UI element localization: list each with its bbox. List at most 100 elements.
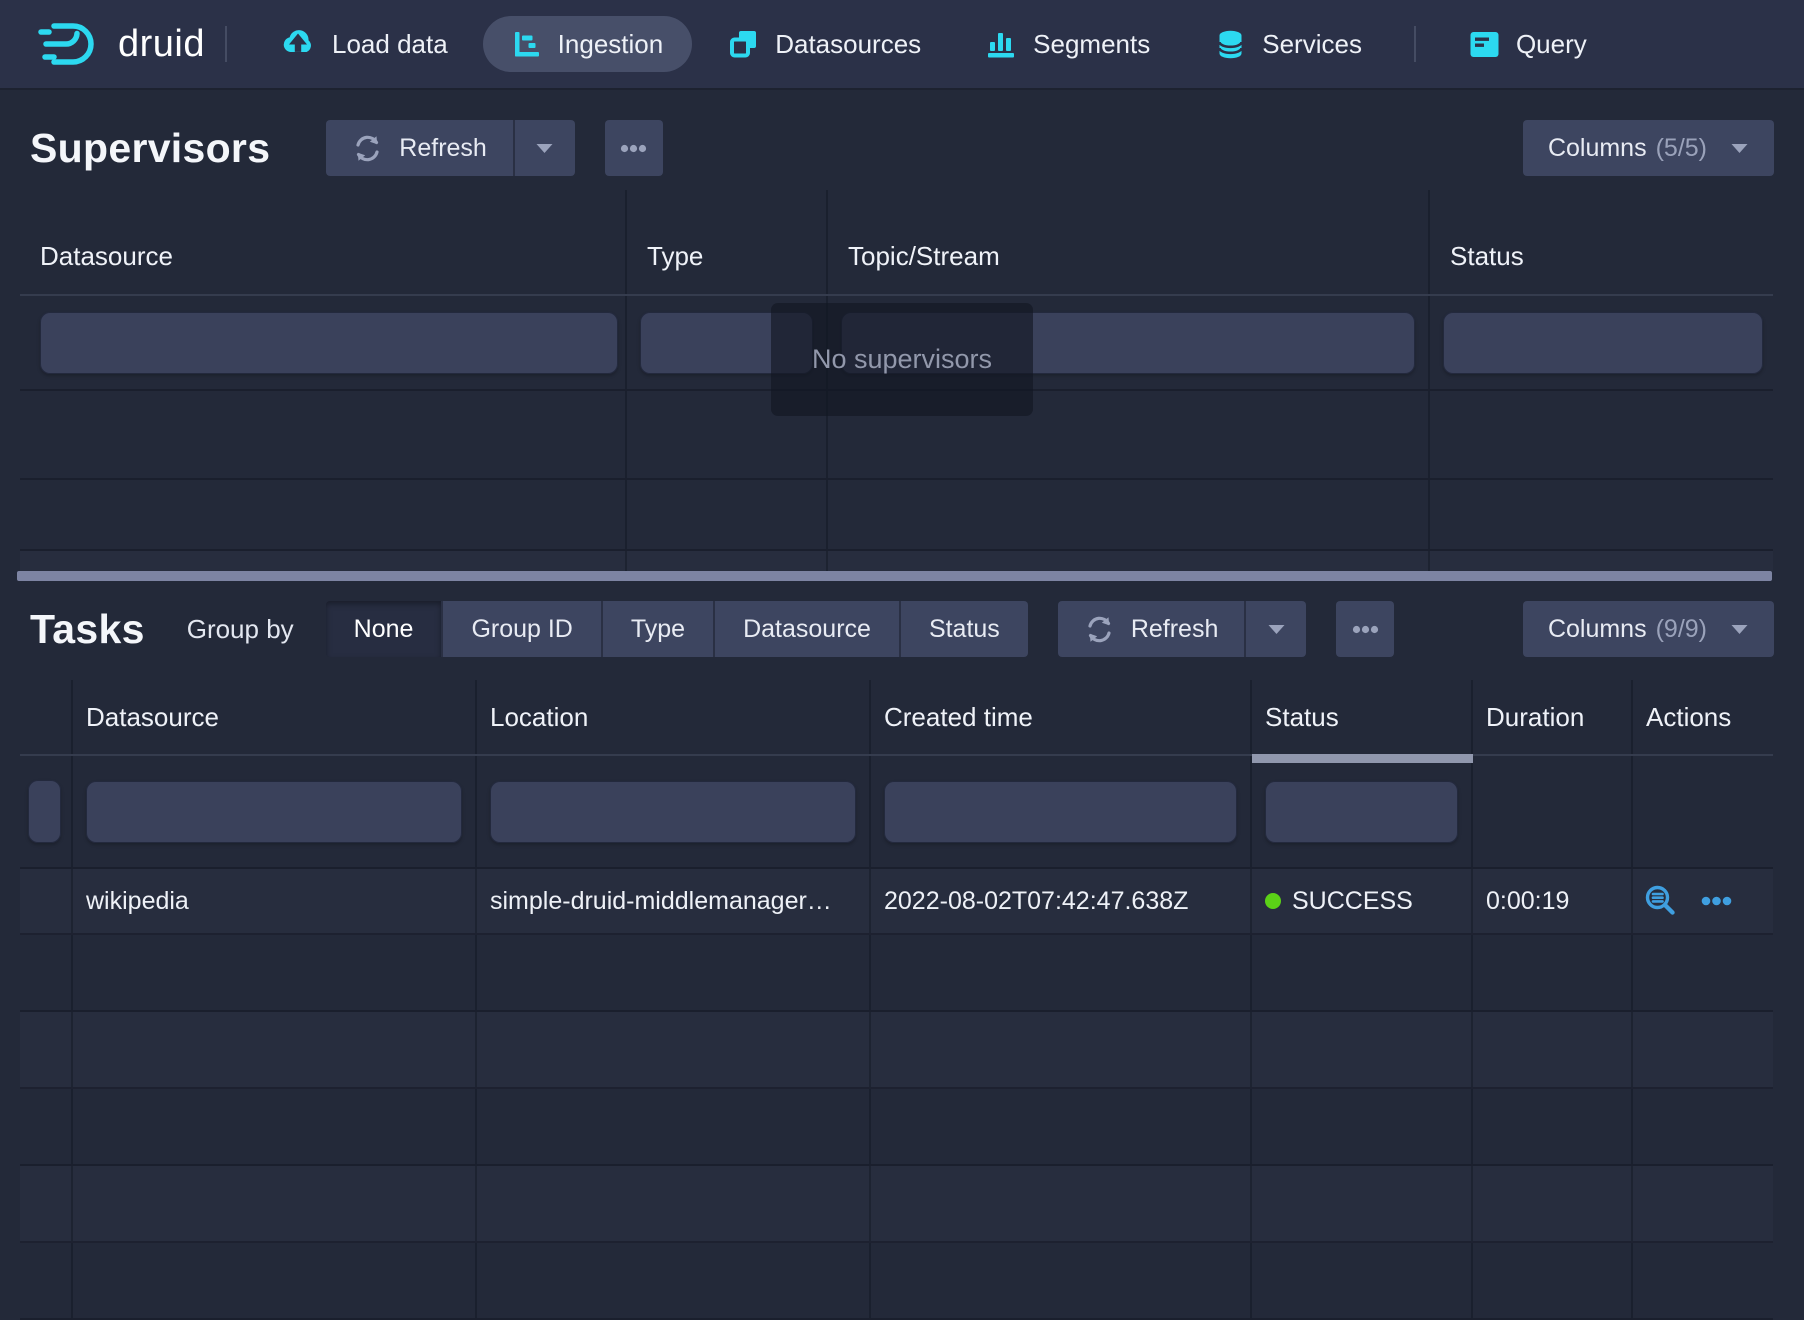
status-text: SUCCESS bbox=[1292, 887, 1413, 916]
supervisors-more-button[interactable] bbox=[605, 120, 663, 176]
empty-row bbox=[20, 1166, 1773, 1243]
nav-item-label: Segments bbox=[1033, 29, 1150, 60]
task-row-wikipedia[interactable]: wikipedia simple-druid-middlemanager… 20… bbox=[20, 869, 1773, 935]
empty-row bbox=[20, 1012, 1773, 1089]
refresh-dropdown-button[interactable] bbox=[1244, 601, 1306, 657]
refresh-icon bbox=[1084, 614, 1115, 645]
more-icon bbox=[620, 144, 647, 153]
task-status: SUCCESS bbox=[1252, 887, 1413, 916]
magnifier-icon[interactable] bbox=[1643, 884, 1678, 919]
refresh-label: Refresh bbox=[1131, 615, 1219, 644]
druid-logo[interactable]: druid bbox=[38, 19, 205, 69]
tasks-refresh-group: Refresh bbox=[1058, 601, 1307, 657]
nav-item-label: Services bbox=[1262, 29, 1362, 60]
nav-item-label: Ingestion bbox=[558, 29, 664, 60]
group-by-group-id-button[interactable]: Group ID bbox=[443, 601, 602, 657]
horizontal-scrollbar[interactable] bbox=[17, 571, 1772, 581]
task-location: simple-druid-middlemanager… bbox=[477, 869, 871, 933]
supervisors-refresh-group: Refresh bbox=[326, 120, 575, 176]
druid-logo-icon bbox=[38, 19, 104, 69]
caret-down-icon bbox=[535, 142, 554, 155]
group-by-datasource-button[interactable]: Datasource bbox=[715, 601, 901, 657]
column-header-status[interactable]: Status bbox=[1252, 680, 1473, 754]
more-icon bbox=[1352, 625, 1379, 634]
status-filter-input[interactable] bbox=[1443, 312, 1763, 374]
column-header-task-id-partial[interactable] bbox=[20, 680, 73, 754]
refresh-icon bbox=[352, 133, 383, 164]
empty-row bbox=[20, 1089, 1773, 1166]
group-by-status-button[interactable]: Status bbox=[901, 601, 1028, 657]
database-icon bbox=[1214, 28, 1247, 61]
column-header-location[interactable]: Location bbox=[477, 680, 871, 754]
caret-down-icon bbox=[1267, 623, 1286, 636]
tasks-columns-button[interactable]: Columns (9/9) bbox=[1523, 601, 1774, 657]
column-header-created-time[interactable]: Created time bbox=[871, 680, 1252, 754]
columns-count: (5/5) bbox=[1656, 134, 1707, 163]
columns-label: Columns bbox=[1548, 615, 1647, 644]
tasks-table: Datasource Location Created time Status … bbox=[20, 680, 1773, 1320]
no-supervisors-message: No supervisors bbox=[771, 303, 1033, 416]
column-header-type[interactable]: Type bbox=[627, 190, 828, 294]
nav-item-datasources[interactable]: Datasources bbox=[698, 16, 950, 72]
gantt-chart-icon bbox=[512, 29, 543, 60]
column-header-datasource[interactable]: Datasource bbox=[20, 190, 627, 294]
empty-row bbox=[20, 1243, 1773, 1320]
group-by-label: Group by bbox=[187, 614, 294, 645]
created-time-filter-input[interactable] bbox=[884, 781, 1237, 843]
nav-item-label: Datasources bbox=[775, 29, 921, 60]
tasks-title: Tasks bbox=[30, 606, 145, 653]
status-sort-indicator bbox=[1252, 754, 1473, 763]
console-icon bbox=[1468, 29, 1501, 60]
supervisors-columns-button[interactable]: Columns (5/5) bbox=[1523, 120, 1774, 176]
tasks-filter-row bbox=[20, 756, 1773, 869]
column-header-status[interactable]: Status bbox=[1430, 190, 1773, 294]
nav-item-label: Query bbox=[1516, 29, 1587, 60]
caret-down-icon bbox=[1730, 623, 1749, 636]
layers-icon bbox=[727, 28, 760, 61]
nav-item-ingestion[interactable]: Ingestion bbox=[483, 16, 693, 72]
top-navbar: druid Load data Ingestion bbox=[0, 0, 1804, 88]
empty-message-text: No supervisors bbox=[812, 344, 992, 375]
empty-row bbox=[20, 480, 1773, 551]
refresh-button[interactable]: Refresh bbox=[1058, 601, 1245, 657]
columns-label: Columns bbox=[1548, 134, 1647, 163]
column-header-duration[interactable]: Duration bbox=[1473, 680, 1633, 754]
nav-item-query[interactable]: Query bbox=[1439, 16, 1616, 72]
task-datasource: wikipedia bbox=[73, 869, 477, 933]
task-duration: 0:00:19 bbox=[1473, 869, 1633, 933]
datasource-filter-input[interactable] bbox=[86, 781, 462, 843]
tasks-more-button[interactable] bbox=[1336, 601, 1394, 657]
group-by-none-button[interactable]: None bbox=[326, 601, 444, 657]
location-filter-input[interactable] bbox=[490, 781, 856, 843]
task-id-filter-input[interactable] bbox=[28, 780, 61, 843]
tasks-header-row: Datasource Location Created time Status … bbox=[20, 680, 1773, 756]
group-by-type-button[interactable]: Type bbox=[603, 601, 715, 657]
upload-cloud-icon bbox=[279, 27, 317, 61]
refresh-label: Refresh bbox=[399, 134, 487, 163]
columns-count: (9/9) bbox=[1656, 615, 1707, 644]
empty-row bbox=[20, 551, 1773, 571]
logo-wordmark: druid bbox=[118, 23, 205, 66]
supervisors-section-bar: Supervisors Refresh bbox=[30, 120, 1774, 176]
column-header-actions[interactable]: Actions bbox=[1633, 680, 1773, 754]
datasource-filter-input[interactable] bbox=[40, 312, 618, 374]
navbar-divider bbox=[225, 26, 227, 62]
nav-item-load-data[interactable]: Load data bbox=[250, 16, 477, 72]
nav-item-label: Load data bbox=[332, 29, 448, 60]
supervisors-title: Supervisors bbox=[30, 125, 270, 172]
status-filter-input[interactable] bbox=[1265, 781, 1458, 843]
row-more-icon[interactable] bbox=[1701, 896, 1732, 906]
refresh-button[interactable]: Refresh bbox=[326, 120, 513, 176]
task-created-time: 2022-08-02T07:42:47.638Z bbox=[871, 869, 1252, 933]
column-header-topic-stream[interactable]: Topic/Stream bbox=[828, 190, 1430, 294]
nav-item-services[interactable]: Services bbox=[1185, 16, 1391, 72]
caret-down-icon bbox=[1730, 142, 1749, 155]
supervisors-header-row: Datasource Type Topic/Stream Status bbox=[20, 190, 1773, 296]
success-dot bbox=[1265, 893, 1281, 909]
navbar-divider bbox=[1414, 26, 1416, 62]
column-header-datasource[interactable]: Datasource bbox=[73, 680, 477, 754]
nav-item-segments[interactable]: Segments bbox=[956, 16, 1179, 72]
tasks-section-bar: Tasks Group by None Group ID Type Dataso… bbox=[30, 601, 1774, 657]
refresh-dropdown-button[interactable] bbox=[513, 120, 575, 176]
empty-row bbox=[20, 935, 1773, 1012]
